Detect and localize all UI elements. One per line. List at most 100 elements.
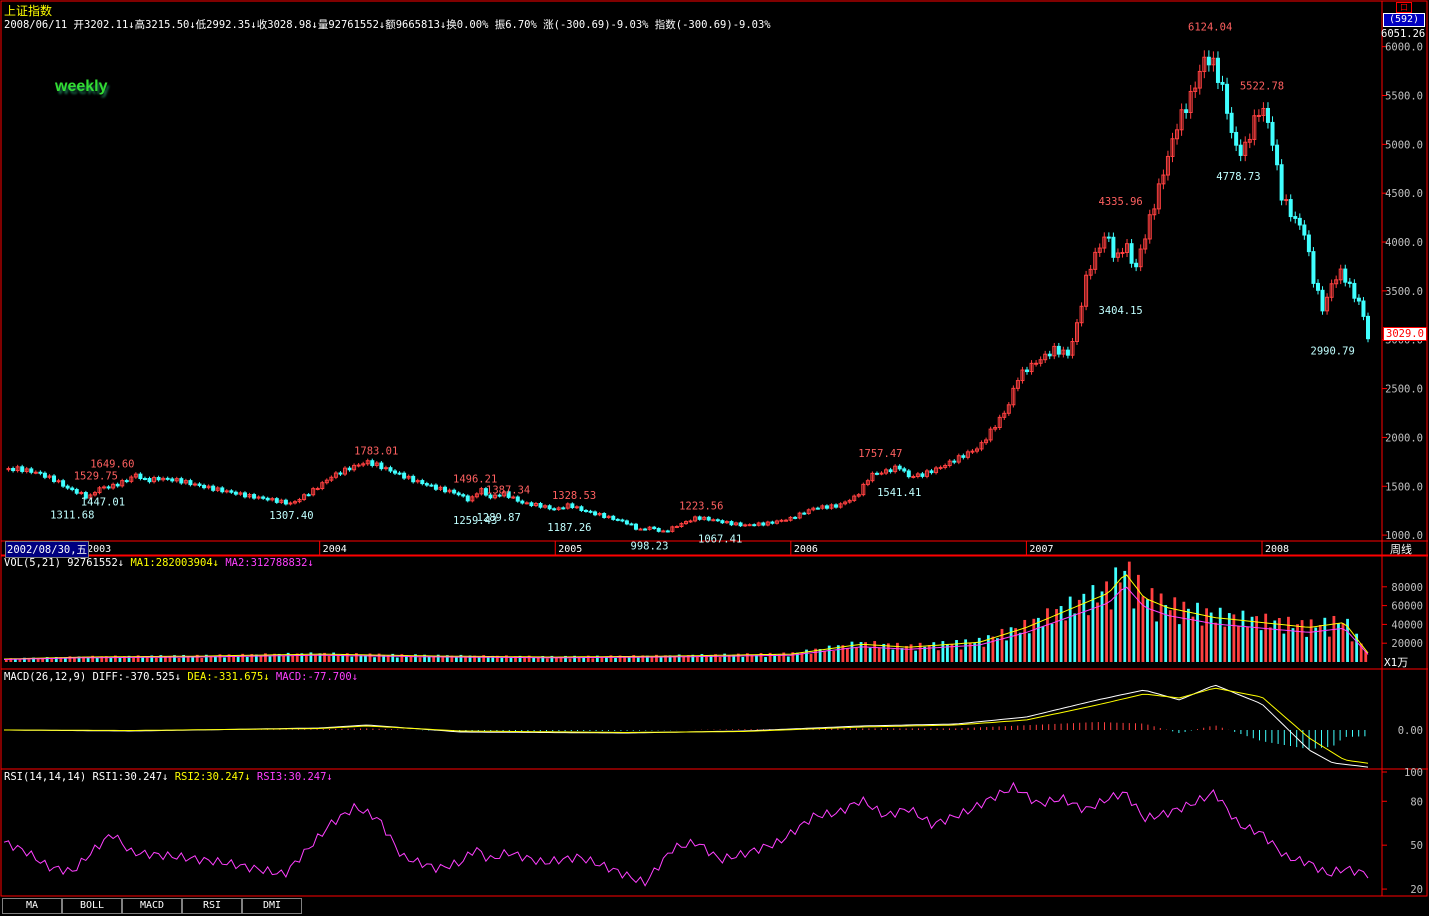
volume-bar <box>1323 617 1327 662</box>
volume-bar <box>1196 602 1199 662</box>
volume-bar <box>132 657 135 662</box>
volume-bar <box>891 649 895 662</box>
volume-bar <box>996 638 999 662</box>
record-count-badge: (592) <box>1383 13 1425 27</box>
candle-body <box>315 487 320 490</box>
candle-body <box>929 470 934 474</box>
volume-bar <box>454 656 458 662</box>
volume-bar <box>223 657 226 662</box>
volume-bar <box>259 655 263 662</box>
candle-body <box>761 522 766 526</box>
candle-body <box>1234 131 1239 146</box>
price-annotation: 1223.56 <box>679 500 723 512</box>
period-label[interactable]: 周线 <box>1390 541 1412 557</box>
candle-body <box>1284 199 1289 202</box>
price-annotation: 6124.04 <box>1188 22 1232 34</box>
candle-body <box>179 478 184 484</box>
candle-body <box>674 526 679 529</box>
price-annotation: 1311.68 <box>50 510 94 522</box>
candle-body <box>142 478 147 481</box>
volume-bar <box>1136 574 1140 662</box>
volume-bar <box>1046 608 1049 662</box>
price-annotation: 1783.01 <box>354 446 398 458</box>
volume-bar <box>545 658 549 662</box>
candle-body <box>520 500 525 504</box>
price-annotation: 1289.87 <box>477 512 521 524</box>
candle-body <box>70 487 75 491</box>
tab-ma[interactable]: MA <box>2 898 62 914</box>
window-toggle-icon[interactable]: 口 <box>1396 2 1412 13</box>
tab-rsi[interactable]: RSI <box>182 898 242 914</box>
volume-bar <box>1055 609 1058 662</box>
volume-bar <box>718 656 722 662</box>
price-annotation: 4778.73 <box>1216 171 1260 183</box>
candle-body <box>611 515 616 520</box>
volume-bar <box>1036 617 1040 662</box>
candle-body <box>547 505 552 510</box>
indicator-tabs: MA BOLL MACD RSI DMI <box>2 898 1428 914</box>
candle-body <box>888 469 893 473</box>
year-label: 2004 <box>323 544 347 555</box>
candle-body <box>38 471 43 474</box>
year-label: 2003 <box>87 544 111 555</box>
candle-body <box>1056 345 1061 355</box>
volume-bar <box>705 656 708 662</box>
candle-body <box>274 498 279 503</box>
year-label: 2008 <box>1265 544 1289 555</box>
candle-body <box>552 508 557 511</box>
volume-bar <box>1073 613 1077 662</box>
candle-body <box>715 519 720 522</box>
volume-bar <box>1068 596 1072 662</box>
volume-bar <box>1327 636 1331 662</box>
volume-bar <box>864 642 867 662</box>
tab-boll[interactable]: BOLL <box>62 898 122 914</box>
volume-bar <box>1350 641 1354 662</box>
vol-tick-label: 20000 <box>1391 638 1423 650</box>
outer-frame <box>0 0 1428 897</box>
candle-body <box>784 519 789 522</box>
price-annotation: 1328.53 <box>552 490 596 502</box>
vol-ma1-line <box>3 574 1369 660</box>
price-annotation: 998.23 <box>631 540 669 552</box>
volume-bar <box>591 658 595 662</box>
volume-bar <box>1223 626 1227 662</box>
candle-body <box>393 470 398 474</box>
candle-body <box>583 509 588 512</box>
tab-dmi[interactable]: DMI <box>242 898 302 914</box>
volume-bar <box>1086 615 1090 662</box>
candle-body <box>661 530 666 533</box>
candle-body <box>1120 251 1125 254</box>
volume-bar <box>1241 610 1245 662</box>
candle-body <box>633 523 638 530</box>
volume-bar <box>1168 610 1172 662</box>
volume-bar <box>304 655 308 662</box>
volume-bar <box>1114 567 1118 662</box>
year-label: 2007 <box>1029 544 1053 555</box>
candle-body <box>1270 121 1275 146</box>
current-price-tag: 3029.0 <box>1383 327 1427 341</box>
volume-bar <box>336 654 340 662</box>
candle-body <box>456 492 461 496</box>
candle-body <box>720 520 725 524</box>
candle-body <box>1134 262 1139 268</box>
volume-bar <box>1041 626 1045 662</box>
price-annotation: 1649.60 <box>90 459 134 471</box>
candle-body <box>752 524 757 527</box>
volume-bar <box>1018 632 1022 662</box>
volume-bar <box>500 657 504 662</box>
vol-tick-label: 80000 <box>1391 582 1423 594</box>
volume-bar <box>1109 609 1113 662</box>
volume-bar <box>177 657 181 662</box>
volume-bar <box>1259 630 1263 662</box>
candle-body <box>706 516 711 521</box>
candle-body <box>511 496 516 499</box>
volume-bar <box>268 656 272 662</box>
volume-bar <box>941 641 945 662</box>
candle-body <box>1347 281 1352 284</box>
volume-bar <box>1014 628 1018 662</box>
candle-body <box>1361 300 1366 317</box>
candle-body <box>906 470 911 478</box>
volume-bar <box>1314 627 1318 662</box>
tab-macd[interactable]: MACD <box>122 898 182 914</box>
volume-bar <box>614 657 617 662</box>
